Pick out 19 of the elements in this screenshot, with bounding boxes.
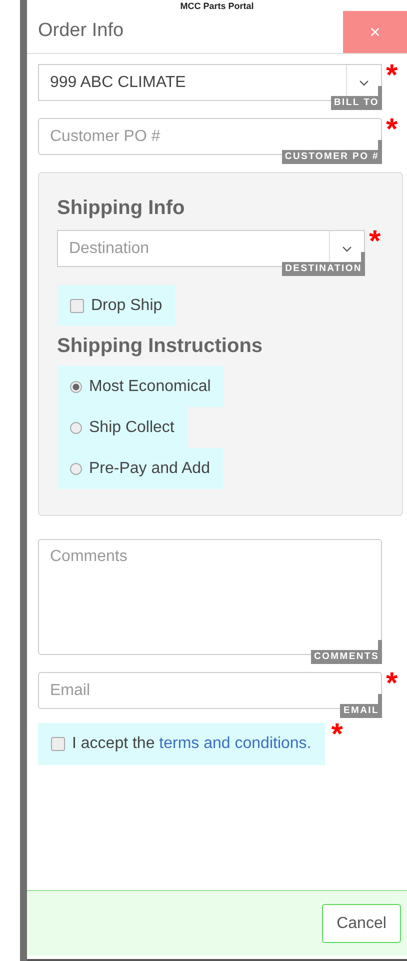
radio-option[interactable]: Most Economical	[57, 366, 224, 407]
section-heading: Shipping Info	[57, 197, 185, 220]
required-asterisk: *	[369, 230, 382, 254]
radio-option[interactable]: Pre-Pay and Add	[57, 448, 223, 489]
radio-option[interactable]: Ship Collect	[57, 407, 188, 448]
drop-ship-checkbox[interactable]: Drop Ship	[57, 285, 176, 326]
page-title: MCC Parts Portal	[180, 1, 254, 11]
caret-icon	[342, 246, 352, 252]
required-asterisk: *	[386, 64, 399, 88]
modal-title: Order Info	[37, 19, 124, 43]
required-asterisk: *	[331, 723, 344, 747]
cancel-button[interactable]: Cancel	[322, 904, 401, 943]
caret-icon	[359, 80, 369, 86]
terms-link[interactable]: terms and conditions.	[159, 735, 312, 752]
terms-checkbox[interactable]: I accept the terms and conditions.	[38, 723, 326, 765]
section-heading: Shipping Instructions	[57, 335, 263, 358]
required-asterisk: *	[386, 118, 399, 142]
terms-text: I accept the terms and conditions.	[72, 735, 312, 753]
required-asterisk: *	[386, 672, 399, 696]
